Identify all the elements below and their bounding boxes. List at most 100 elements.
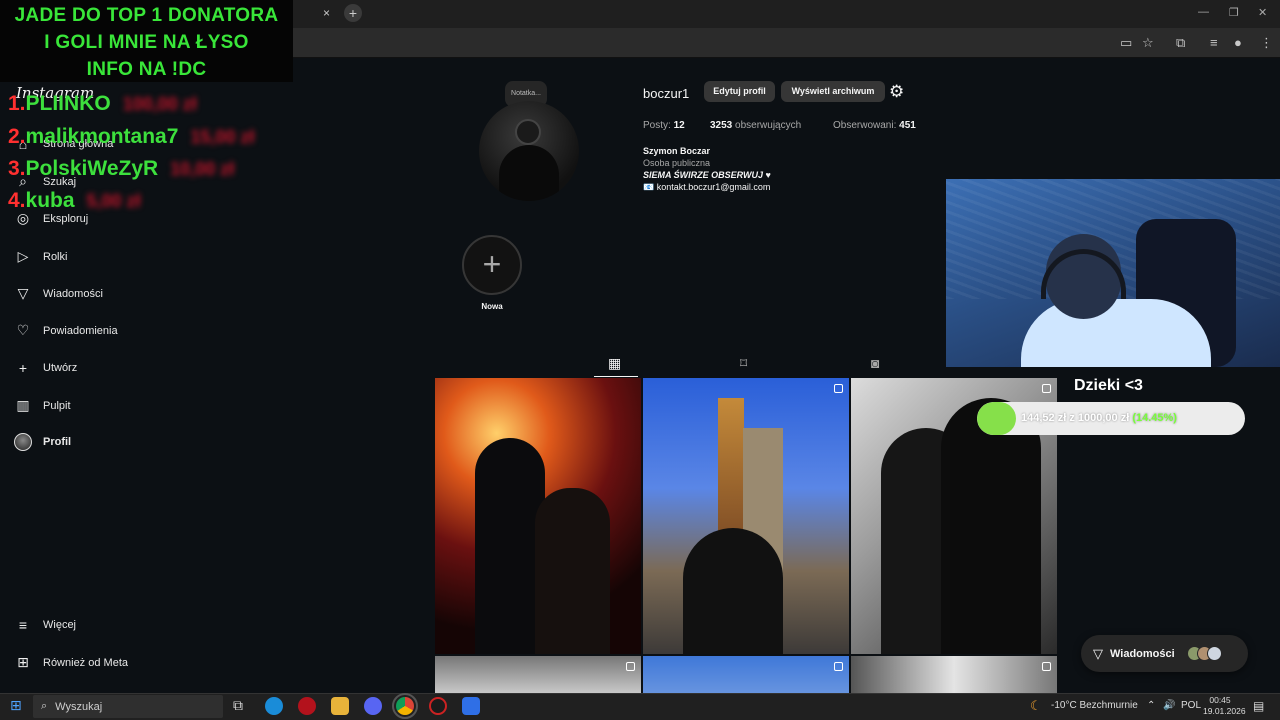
sidebar-item-profile[interactable]: Profil [14, 433, 71, 451]
bookmark-icon[interactable]: ⌑ [740, 355, 747, 372]
tab-close-icon[interactable]: × [323, 6, 330, 20]
sidebar-item-dashboard[interactable]: ▥ Pulpit [14, 397, 71, 414]
sidebar-item-label: Pulpit [43, 399, 71, 412]
donor-rank-1: 1.PLIINKO 100,00 zł [8, 92, 197, 116]
heart-icon: ♡ [16, 322, 30, 338]
bio-text: SIEMA ŚWIRZE OBSERWUJ ♥ [643, 170, 771, 180]
grid-icon[interactable]: ▦ [608, 355, 621, 372]
messages-label: Wiadomości [1110, 647, 1175, 660]
taskbar-clock[interactable]: 00:45 19.01.2026 [1203, 695, 1246, 717]
minimize-button[interactable]: — [1198, 6, 1209, 18]
weather-icon: ☾ [1030, 698, 1042, 713]
plus-icon: + [482, 246, 502, 282]
profile-picture[interactable] [479, 101, 579, 201]
edit-profile-button[interactable]: Edytuj profil [704, 81, 775, 102]
followers-count[interactable]: 3253 obserwujących [710, 120, 801, 131]
carousel-icon [1042, 662, 1051, 671]
messages-button[interactable]: ▽ Wiadomości [1081, 635, 1248, 672]
file-explorer-icon[interactable] [331, 697, 349, 715]
view-archive-button[interactable]: Wyświetl archiwum [781, 81, 885, 102]
speaker-icon[interactable]: 🔊 [1163, 700, 1175, 711]
avatar [14, 433, 32, 451]
meta-apps-icon: ⊞ [17, 654, 29, 670]
post-thumbnail[interactable] [643, 656, 849, 696]
donor-amount: 100,00 zł [122, 94, 197, 114]
sidebar-item-label: Eksploruj [43, 212, 89, 225]
maximize-button[interactable]: ❐ [1229, 6, 1239, 19]
discord-icon[interactable] [364, 697, 382, 715]
posts-count: Posty: 12 [643, 120, 685, 131]
donor-amount: 5,00 zł [86, 191, 141, 211]
following-count[interactable]: Obserwowani: 451 [833, 120, 916, 131]
windows-start-icon[interactable]: ⊞ [10, 697, 22, 714]
carousel-icon [1042, 384, 1051, 393]
donor-rank-3: 3.PolskiWeZyR 10,00 zł [8, 157, 234, 181]
profile-avatar-icon[interactable]: ● [1234, 35, 1242, 50]
goal-progress-bar: 144,52 zł z 1000,00 zł (14.45%) [977, 402, 1245, 435]
app-icon[interactable] [462, 697, 480, 715]
cast-icon[interactable]: ▭ [1120, 35, 1132, 51]
tagged-icon[interactable]: ◙ [871, 355, 879, 371]
sidebar-item-more[interactable]: ≡ Więcej [14, 617, 76, 633]
post-thumbnail[interactable] [851, 656, 1057, 696]
message-avatars [1186, 646, 1222, 661]
taskbar-search-placeholder: Wyszukaj [55, 700, 103, 713]
taskbar-search[interactable]: ⌕ Wyszukaj [33, 695, 223, 718]
language-indicator[interactable]: POL [1181, 700, 1201, 711]
sidebar-item-notifications[interactable]: ♡ Powiadomienia [14, 322, 118, 339]
plus-icon: + [18, 360, 28, 376]
sidebar-item-label: Rolki [43, 250, 68, 263]
notification-icon[interactable]: ▤ [1253, 699, 1264, 713]
obs-icon[interactable] [429, 697, 447, 715]
webcam-feed [946, 179, 1280, 367]
reels-icon: ▷ [17, 248, 29, 264]
sidebar-item-reels[interactable]: ▷ Rolki [14, 248, 68, 265]
new-tab-button[interactable]: + [344, 4, 362, 22]
gear-icon[interactable]: ⚙ [889, 82, 904, 102]
sidebar-item-messages[interactable]: ▽ Wiadomości [14, 285, 103, 302]
donor-amount: 15,00 zł [190, 127, 255, 147]
chevron-up-icon[interactable]: ⌃ [1147, 700, 1155, 711]
task-view-icon[interactable]: ⧉ [233, 697, 243, 714]
overlay-title-line-1: JADE DO TOP 1 DONATORA [14, 5, 279, 26]
bio-email[interactable]: 📧 kontakt.boczur1@gmail.com [643, 182, 770, 193]
post-thumbnail[interactable] [435, 378, 641, 654]
messages-icon: ▽ [17, 285, 29, 301]
search-icon: ⌕ [41, 700, 48, 712]
sidebar-item-label: Więcej [43, 619, 77, 631]
post-thumbnail[interactable] [643, 378, 849, 654]
sidebar-item-label: Utwórz [43, 362, 78, 374]
rank-number: 3. [8, 157, 26, 180]
media-icon[interactable]: ≡ [1210, 35, 1218, 50]
menu-kebab-icon[interactable]: ⋮ [1260, 35, 1273, 51]
sidebar-item-label: Profil [43, 436, 72, 448]
dashboard-icon: ▥ [16, 397, 30, 413]
donor-name: PolskiWeZyR [25, 157, 159, 180]
donor-rank-2: 2.malikmontana7 15,00 zł [8, 125, 254, 149]
edge-icon[interactable] [265, 697, 283, 715]
overlay-title-line-3: INFO NA !DC [86, 59, 207, 80]
screen: × + — ❐ ✕ ▭ ☆ ⧉ ≡ ● ⋮ Instagram ⌂ Strona… [0, 0, 1280, 720]
chrome-icon[interactable] [392, 693, 418, 719]
carousel-icon [834, 384, 843, 393]
sidebar-item-label: Również od Meta [43, 656, 128, 669]
weather-text[interactable]: -10°C Bezchmurnie [1051, 700, 1138, 711]
close-window-button[interactable]: ✕ [1258, 6, 1267, 19]
rank-number: 2. [8, 125, 26, 148]
messages-icon: ▽ [1093, 645, 1103, 661]
profile-username: boczur1 [643, 86, 690, 101]
sidebar-item-label: Wiadomości [43, 287, 103, 300]
new-highlight-button[interactable]: + [462, 235, 522, 295]
menu-icon: ≡ [18, 617, 28, 633]
carousel-icon [834, 662, 843, 671]
donor-amount: 10,00 zł [170, 159, 235, 179]
extensions-icon[interactable]: ⧉ [1176, 35, 1185, 51]
bookmark-star-icon[interactable]: ☆ [1142, 35, 1154, 51]
new-highlight-label: Nowa [481, 302, 503, 311]
carousel-icon [626, 662, 635, 671]
sidebar-item-meta[interactable]: ⊞ Również od Meta [14, 654, 128, 671]
sidebar-item-create[interactable]: + Utwórz [14, 360, 77, 376]
post-thumbnail[interactable] [435, 656, 641, 696]
opera-icon[interactable] [298, 697, 316, 715]
overlay-title-line-2: I GOLI MNIE NA ŁYSO [44, 32, 249, 53]
